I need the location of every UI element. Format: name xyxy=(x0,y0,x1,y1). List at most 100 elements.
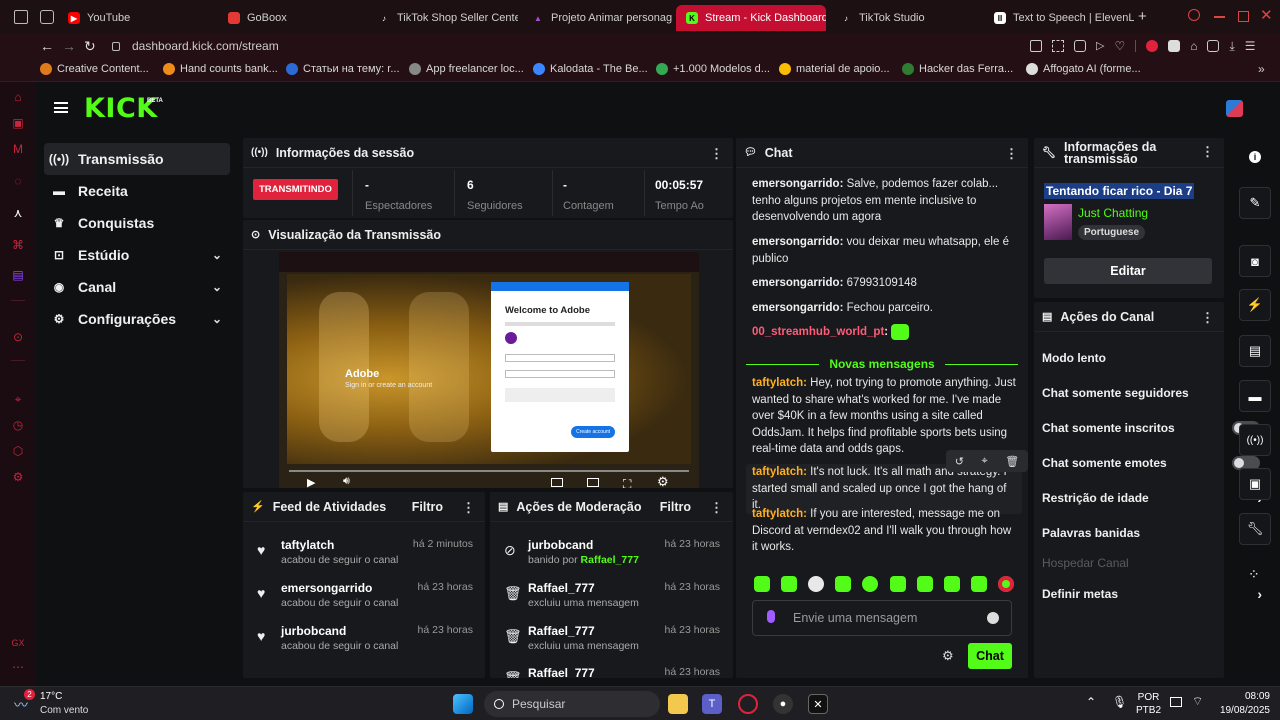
bookmark-item[interactable]: Kalodata - The Be... xyxy=(533,63,648,75)
chat-input[interactable]: Envie uma mensagem xyxy=(793,611,917,625)
list-item[interactable]: ♥ taftylatch acabou de seguir o canal há… xyxy=(243,534,483,576)
more-options-icon[interactable]: ⋮ xyxy=(1201,145,1214,158)
bookmark-item[interactable]: Hand counts bank... xyxy=(163,63,278,75)
camera-icon[interactable]: ◙ xyxy=(1239,245,1271,277)
more-options-icon[interactable]: ⋮ xyxy=(710,500,723,516)
forward-icon[interactable]: → xyxy=(62,38,76,54)
volume-icon[interactable]: 🔊︎ xyxy=(343,475,350,488)
sidebar-item-conquistas[interactable]: ♛ Conquistas xyxy=(44,207,230,239)
chat-username[interactable]: taftylatch xyxy=(752,377,803,389)
video-player[interactable]: Adobe Sign in or create an account Welco… xyxy=(279,252,699,488)
translate-icon[interactable]: ⌘ xyxy=(11,238,25,252)
menu-icon[interactable]: ☰ xyxy=(1245,40,1256,52)
bookmark-item[interactable]: Hacker das Ferra... xyxy=(902,63,1013,75)
list-item[interactable]: ⊘ jurbobcand banido por Raffael_777 há 2… xyxy=(490,534,730,576)
show-hidden-icons[interactable]: ⌃ xyxy=(1086,695,1096,709)
more-options-icon[interactable]: ⋮ xyxy=(710,146,723,162)
heart-icon[interactable]: ♡ xyxy=(1114,40,1125,52)
pin-icon[interactable]: ⌖ xyxy=(11,392,25,406)
more-options-icon[interactable]: ⋮ xyxy=(1201,310,1214,326)
emote-icon[interactable] xyxy=(889,576,906,592)
search-tabs-icon[interactable] xyxy=(1188,9,1200,21)
play-icon[interactable]: ▷ xyxy=(1096,40,1104,52)
vpn-icon[interactable] xyxy=(1168,40,1181,52)
workspaces-icon[interactable] xyxy=(40,10,54,24)
theater-icon[interactable] xyxy=(587,478,599,487)
weather-widget[interactable]: 〰 2 17°C Com vento xyxy=(14,689,94,717)
emote-icon[interactable] xyxy=(997,576,1014,592)
list-item[interactable]: ♥ emersongarrido acabou de seguir o cana… xyxy=(243,577,483,619)
minimize-icon[interactable] xyxy=(1214,16,1225,18)
chat-username[interactable]: emersongarrido xyxy=(752,178,840,190)
list-item[interactable]: 🗑︎ Raffael_777 excluiu uma mensagem há 2… xyxy=(490,620,730,662)
news-icon[interactable]: ◌ xyxy=(11,174,25,188)
chat-username[interactable]: 00_streamhub_world_pt xyxy=(752,326,884,338)
sidebar-item-configuracoes[interactable]: ⚙ Configurações ⌄ xyxy=(44,303,230,335)
emote-icon[interactable] xyxy=(835,576,852,592)
reply-icon[interactable]: ↺ xyxy=(955,455,964,468)
clock[interactable]: 08:09 19/08/2025 xyxy=(1210,690,1270,718)
more-options-icon[interactable]: ⋮ xyxy=(1005,146,1018,162)
new-tab-icon[interactable]: + xyxy=(1138,8,1147,25)
extensions-icon[interactable]: ⌂ xyxy=(1190,40,1197,52)
lightning-icon[interactable]: ⚡ xyxy=(1239,289,1271,321)
extensions-icon[interactable]: ⬡ xyxy=(11,444,25,458)
emote-icon[interactable] xyxy=(808,576,825,592)
chat-message[interactable]: taftylatch: If you are interested, messa… xyxy=(752,506,1016,556)
fullscreen-icon[interactable]: ⛶ xyxy=(623,477,631,488)
emoji-picker-icon[interactable] xyxy=(987,612,999,624)
chat-message[interactable]: emersongarrido: Salve, podemos fazer col… xyxy=(752,176,1016,226)
emote-icon[interactable] xyxy=(916,576,933,592)
history-icon[interactable]: ◷ xyxy=(11,418,25,432)
wallet-icon[interactable] xyxy=(1207,40,1220,52)
microphone-icon[interactable] xyxy=(767,610,775,623)
close-icon[interactable]: ✕ xyxy=(1260,6,1273,24)
filter-button[interactable]: Filtro xyxy=(412,500,443,514)
windows-start-icon[interactable] xyxy=(453,694,473,714)
sidebar-item-estudio[interactable]: ⊡ Estúdio ⌄ xyxy=(44,239,230,271)
more-options-icon[interactable]: ⋮ xyxy=(462,500,475,516)
chat-settings-icon[interactable]: ⚙ xyxy=(942,648,954,664)
emote-icon[interactable] xyxy=(754,576,770,592)
player-icon[interactable]: ⊙ xyxy=(11,330,25,344)
info-icon[interactable]: i xyxy=(1249,151,1261,163)
edit-button[interactable]: Editar xyxy=(1044,258,1212,284)
reload-icon[interactable]: ↻ xyxy=(84,38,96,55)
list-item[interactable]: ♥ jurbobcand acabou de seguir o canal há… xyxy=(243,620,483,662)
bookmark-item[interactable]: material de apoio... xyxy=(779,63,890,75)
action-slow-mode[interactable]: Modo lento› xyxy=(1034,341,1274,375)
sidebar-item-transmissao[interactable]: ((•)) Transmissão xyxy=(44,143,230,175)
category-name[interactable]: Just Chatting xyxy=(1078,206,1148,220)
more-bookmarks-icon[interactable]: » xyxy=(1258,62,1265,76)
broadcast-icon[interactable]: ((•)) xyxy=(1239,424,1271,456)
emote-icon[interactable] xyxy=(970,576,987,592)
bookmark-item[interactable]: Статьи на тему: r... xyxy=(286,63,400,75)
shield-icon[interactable] xyxy=(1074,40,1086,52)
teams-icon[interactable]: T xyxy=(702,694,722,714)
chat-bubble-icon[interactable]: ▬ xyxy=(1239,380,1271,412)
tab-youtube[interactable]: ▶ YouTube xyxy=(58,5,208,31)
clipboard-icon[interactable]: ▤ xyxy=(1239,335,1271,367)
screenshot-icon[interactable] xyxy=(1052,40,1064,52)
chat-input-box[interactable]: Envie uma mensagem xyxy=(752,600,1012,636)
action-set-goals[interactable]: Definir metas › xyxy=(1034,577,1274,611)
apps-icon[interactable]: ⁘ xyxy=(1248,566,1260,583)
chat-message[interactable]: emersongarrido: vou deixar meu whatsapp,… xyxy=(752,234,1016,267)
url-field[interactable]: dashboard.kick.com/stream xyxy=(132,39,279,53)
user-avatar[interactable] xyxy=(1226,100,1243,117)
moderation-icon[interactable]: ▣ xyxy=(1239,468,1271,500)
sidebar-item-canal[interactable]: ◉ Canal ⌄ xyxy=(44,271,230,303)
tab-tiktok-shop[interactable]: ♪ TikTok Shop Seller Cente xyxy=(368,5,518,31)
pin-icon[interactable] xyxy=(1030,40,1042,52)
back-icon[interactable]: ← xyxy=(40,38,54,54)
home-icon[interactable]: ⌂ xyxy=(11,90,25,104)
pin-message-icon[interactable]: ⌖ xyxy=(982,455,988,468)
dashboard-icon[interactable]: ▣ xyxy=(11,116,25,130)
video-progress-bar[interactable] xyxy=(289,470,689,472)
mod-actor[interactable]: Raffael_777 xyxy=(581,554,639,566)
tab-kick-dashboard[interactable]: K Stream - Kick Dashboard xyxy=(676,5,826,31)
settings-icon[interactable]: ⚙ xyxy=(11,470,25,484)
site-info-icon[interactable] xyxy=(112,42,120,51)
sidebar-item-receita[interactable]: ▬ Receita xyxy=(44,175,230,207)
tab-tiktok-studio[interactable]: ♪ TikTok Studio xyxy=(830,5,980,31)
